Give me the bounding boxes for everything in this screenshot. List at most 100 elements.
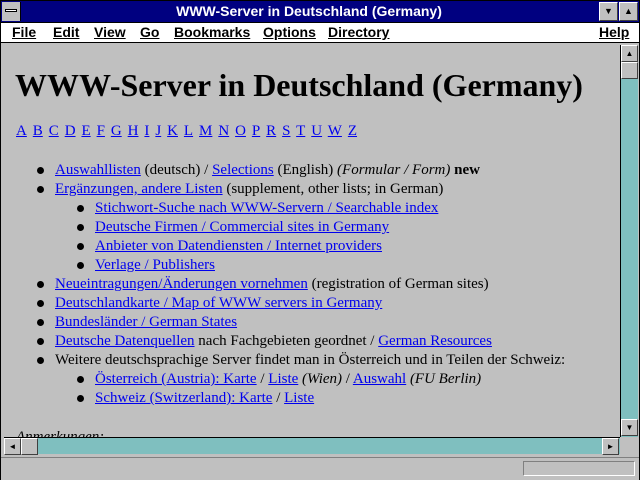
- bullet-icon: [37, 186, 44, 193]
- hyperlink[interactable]: Auswahllisten: [55, 162, 141, 178]
- hyperlink[interactable]: Anbieter von Datendiensten / Internet pr…: [95, 238, 382, 254]
- hyperlink[interactable]: Österreich (Austria): Karte: [95, 371, 257, 387]
- scroll-down-button[interactable]: ▼: [621, 419, 638, 436]
- list-text: (supplement, other lists; in German): [222, 181, 444, 197]
- bullet-icon: [77, 262, 84, 269]
- menu-edit-label: Edit: [53, 24, 80, 40]
- window-title: WWW-Server in Deutschland (Germany): [176, 3, 442, 19]
- menu-options[interactable]: Options: [263, 24, 316, 41]
- alphabet-link-a[interactable]: A: [16, 123, 27, 139]
- list-text: /: [342, 371, 353, 387]
- hyperlink[interactable]: Deutsche Firmen / Commercial sites in Ge…: [95, 219, 389, 235]
- sub-list-item: Anbieter von Datendiensten / Internet pr…: [4, 237, 565, 256]
- hyperlink[interactable]: Deutsche Datenquellen: [55, 333, 195, 349]
- alphabet-link-f[interactable]: F: [97, 123, 105, 139]
- alphabet-link-d[interactable]: D: [65, 123, 76, 139]
- scroll-left-button[interactable]: ◄: [4, 438, 21, 455]
- menu-edit[interactable]: Edit: [53, 24, 79, 41]
- minimize-button[interactable]: ▼: [599, 2, 618, 21]
- menu-view[interactable]: View: [94, 24, 126, 41]
- hyperlink[interactable]: Verlage / Publishers: [95, 257, 215, 273]
- hyperlink[interactable]: Auswahl: [353, 371, 406, 387]
- bullet-icon: [77, 205, 84, 212]
- hyperlink[interactable]: Bundesländer / German States: [55, 314, 237, 330]
- hyperlink[interactable]: Ergänzungen, andere Listen: [55, 181, 223, 197]
- menu-directory[interactable]: Directory: [328, 24, 389, 41]
- footer-heading: Anmerkungen:: [16, 429, 105, 437]
- alphabet-link-r[interactable]: R: [266, 123, 276, 139]
- scroll-right-button[interactable]: ►: [602, 438, 619, 455]
- page-heading: WWW-Server in Deutschland (Germany): [15, 67, 583, 103]
- alphabet-link-z[interactable]: Z: [348, 123, 357, 139]
- alphabet-link-m[interactable]: M: [199, 123, 212, 139]
- menu-file-label: File: [12, 24, 37, 40]
- list-text: (FU Berlin): [406, 371, 482, 387]
- alphabet-link-w[interactable]: W: [328, 123, 342, 139]
- hyperlink[interactable]: German Resources: [378, 333, 492, 349]
- alphabet-link-p[interactable]: P: [252, 123, 260, 139]
- document-view: WWW-Server in Deutschland (Germany) A B …: [4, 45, 619, 437]
- list-item: Ergänzungen, andere Listen (supplement, …: [4, 180, 565, 199]
- hyperlink[interactable]: Schweiz (Switzerland): Karte: [95, 390, 272, 406]
- progress-box: [523, 461, 635, 476]
- alphabet-link-u[interactable]: U: [311, 123, 322, 139]
- alphabet-link-c[interactable]: C: [49, 123, 59, 139]
- menu-directory-label: Directory: [328, 24, 390, 40]
- list-text: (Wien): [298, 371, 343, 387]
- scroll-up-button[interactable]: ▲: [621, 45, 638, 62]
- alphabet-link-n[interactable]: N: [218, 123, 229, 139]
- status-text: [5, 461, 515, 476]
- list-item: Bundesländer / German States: [4, 313, 565, 332]
- list-item: Weitere deutschsprachige Server findet m…: [4, 351, 565, 370]
- menu-bookmarks-label: Bookmarks: [174, 24, 251, 40]
- alphabet-link-e[interactable]: E: [81, 123, 90, 139]
- sub-list-item: Österreich (Austria): Karte / Liste (Wie…: [4, 370, 565, 389]
- list-text: (deutsch) /: [140, 162, 213, 178]
- list-text: new: [450, 162, 480, 178]
- list-text: (registration of German sites): [307, 276, 489, 292]
- sub-list-item: Deutsche Firmen / Commercial sites in Ge…: [4, 218, 565, 237]
- link-list: Auswahllisten (deutsch) / Selections (En…: [4, 161, 565, 408]
- vertical-scrollbar[interactable]: ▲ ▼: [620, 45, 638, 437]
- bullet-icon: [37, 338, 44, 345]
- alphabet-link-b[interactable]: B: [33, 123, 43, 139]
- sub-list-item: Stichwort-Suche nach WWW-Servern / Searc…: [4, 199, 565, 218]
- alphabet-link-i[interactable]: I: [144, 123, 149, 139]
- hyperlink[interactable]: Stichwort-Suche nach WWW-Servern / Searc…: [95, 200, 438, 216]
- bullet-icon: [37, 319, 44, 326]
- sub-list-item: Verlage / Publishers: [4, 256, 565, 275]
- horizontal-scrollbar[interactable]: ◄ ►: [4, 437, 620, 455]
- alphabet-link-o[interactable]: O: [235, 123, 246, 139]
- alphabet-link-h[interactable]: H: [128, 123, 139, 139]
- system-menu-button[interactable]: [2, 2, 21, 21]
- hyperlink[interactable]: Selections: [212, 162, 274, 178]
- alphabet-link-g[interactable]: G: [111, 123, 122, 139]
- menu-file[interactable]: File: [12, 24, 36, 41]
- sub-list-item: Schweiz (Switzerland): Karte / Liste: [4, 389, 565, 408]
- bullet-icon: [77, 376, 84, 383]
- list-item: Deutsche Datenquellen nach Fachgebieten …: [4, 332, 565, 351]
- list-text: nach Fachgebieten geordnet /: [194, 333, 379, 349]
- list-text: /: [272, 390, 285, 406]
- alphabet-link-l[interactable]: L: [184, 123, 193, 139]
- hyperlink[interactable]: Deutschlandkarte / Map of WWW servers in…: [55, 295, 382, 311]
- hyperlink[interactable]: Liste: [284, 390, 314, 406]
- alphabet-link-k[interactable]: K: [167, 123, 178, 139]
- alphabet-link-t[interactable]: T: [296, 123, 305, 139]
- browser-window: WWW-Server in Deutschland (Germany) ▼ ▲ …: [0, 0, 640, 480]
- maximize-button[interactable]: ▲: [619, 2, 638, 21]
- hyperlink[interactable]: Liste: [268, 371, 298, 387]
- alphabet-index: A B C D E F G H I J K L M N O P R S T U …: [16, 123, 359, 140]
- alphabet-link-j[interactable]: J: [155, 123, 161, 139]
- list-item: Neueintragungen/Änderungen vornehmen (re…: [4, 275, 565, 294]
- bullet-icon: [37, 357, 44, 364]
- alphabet-link-s[interactable]: S: [282, 123, 290, 139]
- menu-help[interactable]: Help: [599, 24, 629, 41]
- menu-go-label: Go: [140, 24, 160, 40]
- menu-go[interactable]: Go: [140, 24, 159, 41]
- hyperlink[interactable]: Neueintragungen/Änderungen vornehmen: [55, 276, 308, 292]
- title-bar[interactable]: WWW-Server in Deutschland (Germany) ▼ ▲: [1, 1, 639, 23]
- horizontal-scroll-thumb[interactable]: [21, 438, 38, 455]
- vertical-scroll-thumb[interactable]: [621, 62, 638, 79]
- menu-bookmarks[interactable]: Bookmarks: [174, 24, 250, 41]
